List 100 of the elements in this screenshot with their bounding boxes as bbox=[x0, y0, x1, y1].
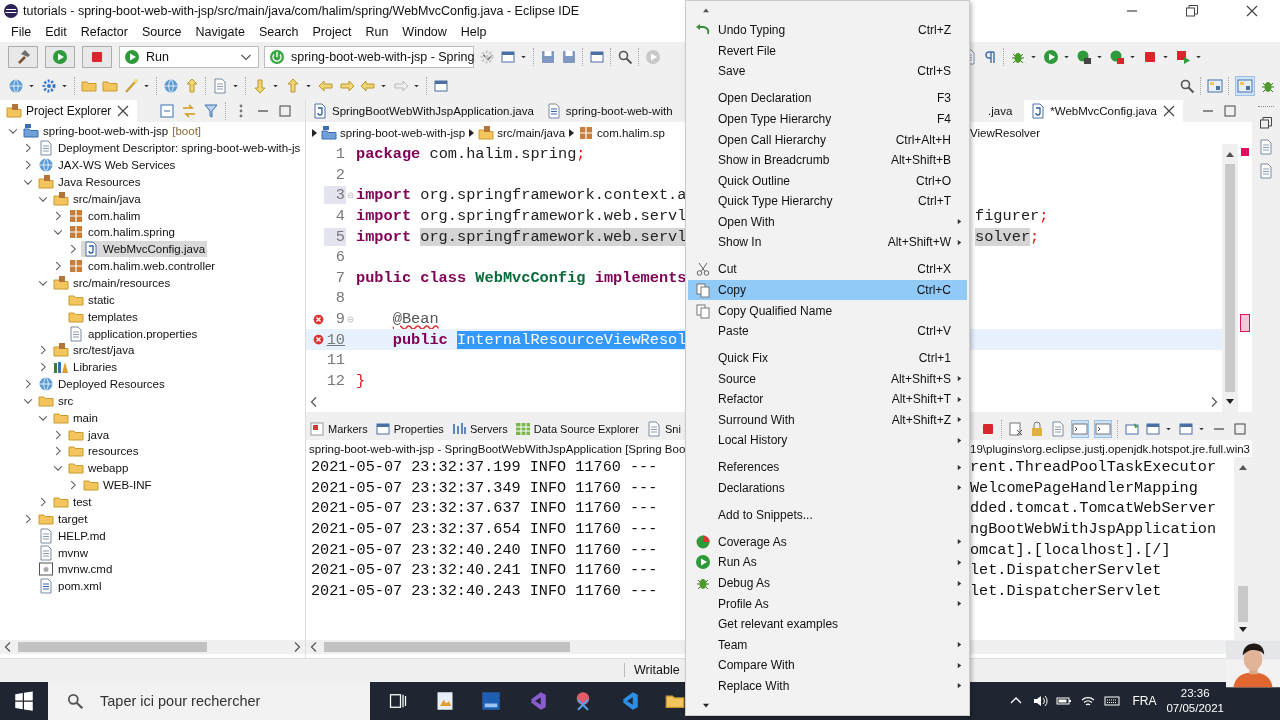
menu-bar-item[interactable]: Project bbox=[305, 25, 359, 39]
tree-item[interactable]: main bbox=[51, 409, 100, 426]
menu-item[interactable]: Copy Qualified Name bbox=[688, 300, 967, 321]
breadcrumb-item[interactable]: spring-boot-web-with-jsp bbox=[321, 125, 466, 141]
view-tab[interactable]: Servers bbox=[447, 421, 511, 437]
tree-item[interactable]: com.halim bbox=[66, 207, 143, 224]
tree-item[interactable]: com.halim.spring bbox=[66, 224, 177, 241]
menu-bar-item[interactable]: Navigate bbox=[188, 25, 252, 39]
menu-item[interactable]: Get relevant examples bbox=[688, 613, 967, 635]
menu-bar-item[interactable]: Source bbox=[134, 25, 189, 39]
tree-item[interactable]: JAX-WS Web Services bbox=[36, 157, 178, 174]
globe-icon[interactable] bbox=[163, 78, 179, 94]
breadcrumb-item[interactable]: com.halim.sp bbox=[578, 125, 665, 141]
speaker-icon[interactable] bbox=[1032, 693, 1049, 709]
tree-item[interactable]: target bbox=[36, 510, 90, 527]
monitor-icon[interactable] bbox=[1145, 421, 1161, 437]
run-badge-icon[interactable] bbox=[1109, 49, 1125, 65]
editor-tab[interactable]: .java bbox=[982, 100, 1019, 122]
scroll-thumb[interactable] bbox=[18, 642, 208, 652]
monitor-icon[interactable] bbox=[589, 49, 605, 65]
tree-item[interactable]: HELP.md bbox=[36, 527, 108, 544]
tree-item[interactable]: static bbox=[66, 291, 117, 308]
tree-item[interactable]: Deployed Resources bbox=[36, 376, 167, 393]
tree-item[interactable]: webapp bbox=[66, 460, 131, 477]
page-icon[interactable] bbox=[1050, 421, 1066, 437]
menu-item[interactable]: Open Declaration F3 bbox=[688, 88, 967, 109]
view-tab[interactable]: Markers bbox=[306, 421, 371, 437]
save-icon[interactable] bbox=[540, 49, 556, 65]
perspective-icon[interactable] bbox=[1207, 78, 1223, 94]
window-icon[interactable] bbox=[1178, 421, 1194, 437]
console-icon[interactable] bbox=[1072, 421, 1088, 437]
keyboard-icon[interactable] bbox=[1104, 693, 1121, 709]
menu-item[interactable]: Copy Ctrl+C bbox=[688, 279, 967, 301]
tree-item[interactable]: mvnw bbox=[36, 544, 91, 561]
app-icon[interactable] bbox=[435, 691, 455, 711]
search-icon[interactable] bbox=[1179, 78, 1195, 94]
menu-item[interactable]: Open With bbox=[688, 211, 967, 233]
menu-item[interactable]: Quick Type Hierarchy Ctrl+T bbox=[688, 191, 967, 212]
build-button[interactable] bbox=[8, 46, 38, 68]
tree-item[interactable]: src bbox=[36, 392, 76, 409]
menu-bar-item[interactable]: Search bbox=[251, 25, 306, 39]
tree-item[interactable]: mvnw.cmd bbox=[36, 561, 115, 578]
menu-item[interactable]: Add to Snippets... bbox=[688, 504, 967, 526]
magnifier-icon[interactable] bbox=[617, 49, 633, 65]
tree-item[interactable]: src/test/java bbox=[51, 342, 137, 359]
pin-icon[interactable] bbox=[1124, 421, 1140, 437]
menu-item[interactable]: Save Ctrl+S bbox=[688, 61, 967, 82]
document-icon[interactable] bbox=[1258, 163, 1274, 179]
restore-icon[interactable] bbox=[1184, 3, 1200, 19]
tree-item[interactable]: com.halim.web.controller bbox=[66, 258, 218, 275]
menu-item[interactable]: Run As bbox=[688, 552, 967, 573]
tree-item[interactable]: WebMvcConfig.java bbox=[81, 241, 208, 258]
scrollbar[interactable] bbox=[1234, 457, 1252, 640]
windows-icon[interactable] bbox=[14, 691, 34, 711]
menu-bar-item[interactable]: Window bbox=[395, 25, 454, 39]
menu-bar-item[interactable]: Run bbox=[358, 25, 396, 39]
menu-item[interactable]: Source Alt+Shift+S bbox=[688, 368, 967, 389]
breadcrumb-arrow-icon[interactable] bbox=[569, 129, 575, 137]
menu-item[interactable]: Open Call Hierarchy Ctrl+Alt+H bbox=[688, 129, 967, 150]
stop-icon[interactable] bbox=[1142, 49, 1158, 65]
tree-item[interactable]: src/main/resources bbox=[51, 275, 173, 291]
tree-item[interactable]: resources bbox=[66, 443, 141, 460]
tree-item[interactable]: java bbox=[66, 426, 112, 443]
menu-item[interactable]: Cut Ctrl+X bbox=[688, 259, 967, 280]
tree-item[interactable]: spring-boot-web-with-jsp [boot] bbox=[21, 123, 204, 140]
stop-icon[interactable] bbox=[980, 421, 996, 437]
menu-bar-item[interactable]: Edit bbox=[38, 25, 74, 39]
menu-bar-item[interactable]: File bbox=[4, 25, 39, 39]
run-button[interactable] bbox=[45, 46, 75, 68]
view-tab[interactable]: Sni bbox=[642, 421, 684, 437]
run-badge-icon[interactable] bbox=[1076, 49, 1092, 65]
task-view-icon[interactable] bbox=[388, 691, 408, 711]
menu-item[interactable]: Surround With Alt+Shift+Z bbox=[688, 409, 967, 431]
tree-item[interactable]: pom.xml bbox=[36, 578, 104, 595]
stop-button[interactable] bbox=[82, 46, 112, 68]
filter-icon[interactable] bbox=[203, 103, 220, 119]
console-icon[interactable] bbox=[1095, 421, 1111, 437]
perspective-icon[interactable] bbox=[1237, 78, 1253, 94]
menu-item[interactable]: Replace With bbox=[688, 675, 967, 697]
view-tab[interactable]: Properties bbox=[371, 421, 447, 437]
menu-item[interactable]: Profile As bbox=[688, 593, 967, 614]
stop-badge-icon[interactable] bbox=[1175, 49, 1191, 65]
menu-item[interactable]: Debug As bbox=[688, 572, 967, 594]
tree-item[interactable]: WEB-INF bbox=[81, 477, 154, 494]
menu-item[interactable]: Compare With bbox=[688, 655, 967, 676]
tree-item[interactable]: Libraries bbox=[51, 359, 120, 376]
menu-item[interactable]: Declarations bbox=[688, 477, 967, 499]
save-icon[interactable] bbox=[561, 49, 577, 65]
editor-tab[interactable]: spring-boot-web-with bbox=[539, 100, 679, 122]
tree-item[interactable]: Deployment Descriptor: spring-boot-web-with-js bbox=[36, 140, 303, 157]
run-icon[interactable] bbox=[1043, 49, 1059, 65]
menu-item[interactable]: References bbox=[688, 457, 967, 478]
window-icon[interactable] bbox=[433, 78, 449, 94]
breadcrumb-item[interactable]: ViewResolver bbox=[970, 127, 1041, 139]
menu-item[interactable]: Undo Typing Ctrl+Z bbox=[688, 20, 967, 41]
editor-tab[interactable]: SpringBootWebWithJspApplication.java bbox=[306, 100, 540, 122]
view-tab[interactable]: Data Source Explorer bbox=[511, 421, 642, 437]
menu-bar-item[interactable]: Refactor bbox=[73, 25, 135, 39]
menu-item[interactable]: Coverage As bbox=[688, 531, 967, 553]
menu-item[interactable]: Quick Outline Ctrl+O bbox=[688, 170, 967, 191]
